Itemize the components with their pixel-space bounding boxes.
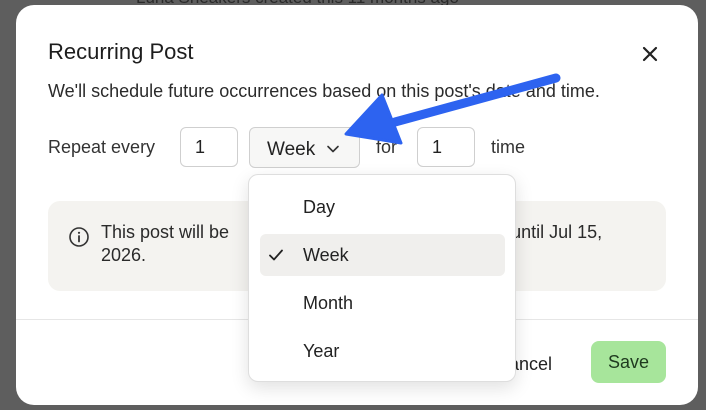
option-label: Month: [303, 293, 354, 313]
option-label: Year: [303, 341, 340, 361]
interval-input[interactable]: [180, 127, 238, 167]
checkmark-icon: [269, 249, 283, 261]
repeat-unit-dropdown: Day Week Month Year: [248, 174, 516, 382]
save-button[interactable]: Save: [591, 341, 666, 383]
repeat-unit-select[interactable]: Week: [249, 127, 360, 168]
option-week[interactable]: Week: [260, 234, 505, 276]
chevron-down-icon: [327, 145, 339, 153]
repeat-every-label: Repeat every: [48, 137, 156, 157]
option-year[interactable]: Year: [260, 330, 505, 372]
option-day[interactable]: Day: [260, 186, 505, 228]
count-input[interactable]: [417, 127, 475, 167]
repeat-unit-value: Week: [267, 139, 316, 160]
option-label: Week: [303, 245, 349, 265]
option-label: Day: [303, 197, 336, 217]
time-suffix-label: time: [491, 137, 526, 157]
close-icon: [642, 46, 658, 62]
option-month[interactable]: Month: [260, 282, 505, 324]
info-circle-icon: [69, 227, 89, 247]
close-button[interactable]: [638, 42, 662, 66]
dialog-title: Recurring Post: [48, 39, 194, 64]
dialog-subtitle: We'll schedule future occurrences based …: [48, 81, 600, 101]
for-label: for: [376, 137, 398, 157]
